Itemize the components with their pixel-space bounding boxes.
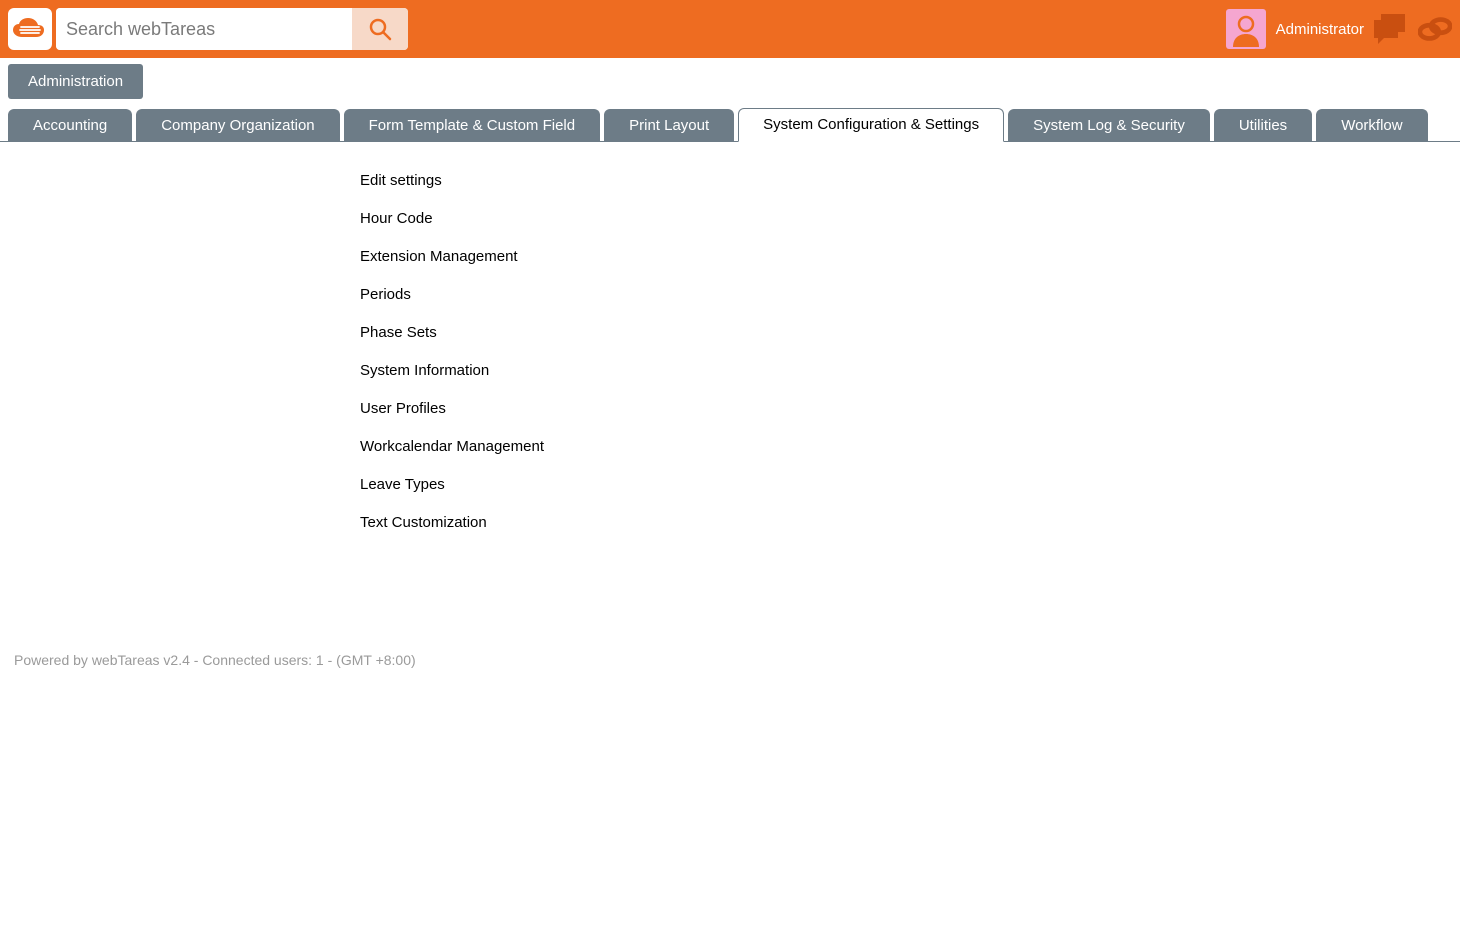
- user-label[interactable]: Administrator: [1276, 21, 1364, 38]
- menu-workcalendar-management[interactable]: Workcalendar Management: [360, 428, 1460, 466]
- tab-print-layout[interactable]: Print Layout: [604, 109, 734, 142]
- header-bar: Administrator: [0, 0, 1460, 58]
- chat-icon[interactable]: [1374, 12, 1408, 46]
- search-icon: [367, 16, 393, 42]
- cloud-logo-icon: [12, 15, 48, 43]
- tab-system-log[interactable]: System Log & Security: [1008, 109, 1210, 142]
- breadcrumb-bar: Administration: [0, 58, 1460, 107]
- tab-bar: Accounting Company Organization Form Tem…: [0, 107, 1460, 142]
- menu-periods[interactable]: Periods: [360, 276, 1460, 314]
- avatar-icon: [1228, 11, 1264, 47]
- breadcrumb[interactable]: Administration: [8, 64, 143, 99]
- search-input[interactable]: [56, 8, 352, 50]
- menu-extension-management[interactable]: Extension Management: [360, 238, 1460, 276]
- tab-system-configuration[interactable]: System Configuration & Settings: [738, 108, 1004, 142]
- footer: Powered by webTareas v2.4 - Connected us…: [0, 562, 1460, 668]
- search-button[interactable]: [352, 8, 408, 50]
- link-icon[interactable]: [1418, 12, 1452, 46]
- search-container: [56, 8, 408, 50]
- menu-user-profiles[interactable]: User Profiles: [360, 390, 1460, 428]
- avatar[interactable]: [1226, 9, 1266, 49]
- tab-accounting[interactable]: Accounting: [8, 109, 132, 142]
- menu-system-information[interactable]: System Information: [360, 352, 1460, 390]
- menu-edit-settings[interactable]: Edit settings: [360, 162, 1460, 200]
- tab-company-organization[interactable]: Company Organization: [136, 109, 339, 142]
- content-area: Edit settings Hour Code Extension Manage…: [0, 142, 1460, 562]
- menu-phase-sets[interactable]: Phase Sets: [360, 314, 1460, 352]
- app-logo[interactable]: [8, 8, 52, 50]
- menu-hour-code[interactable]: Hour Code: [360, 200, 1460, 238]
- menu-leave-types[interactable]: Leave Types: [360, 466, 1460, 504]
- menu-text-customization[interactable]: Text Customization: [360, 504, 1460, 542]
- tab-utilities[interactable]: Utilities: [1214, 109, 1312, 142]
- tab-form-template[interactable]: Form Template & Custom Field: [344, 109, 600, 142]
- tab-workflow[interactable]: Workflow: [1316, 109, 1427, 142]
- header-right: Administrator: [1226, 9, 1452, 49]
